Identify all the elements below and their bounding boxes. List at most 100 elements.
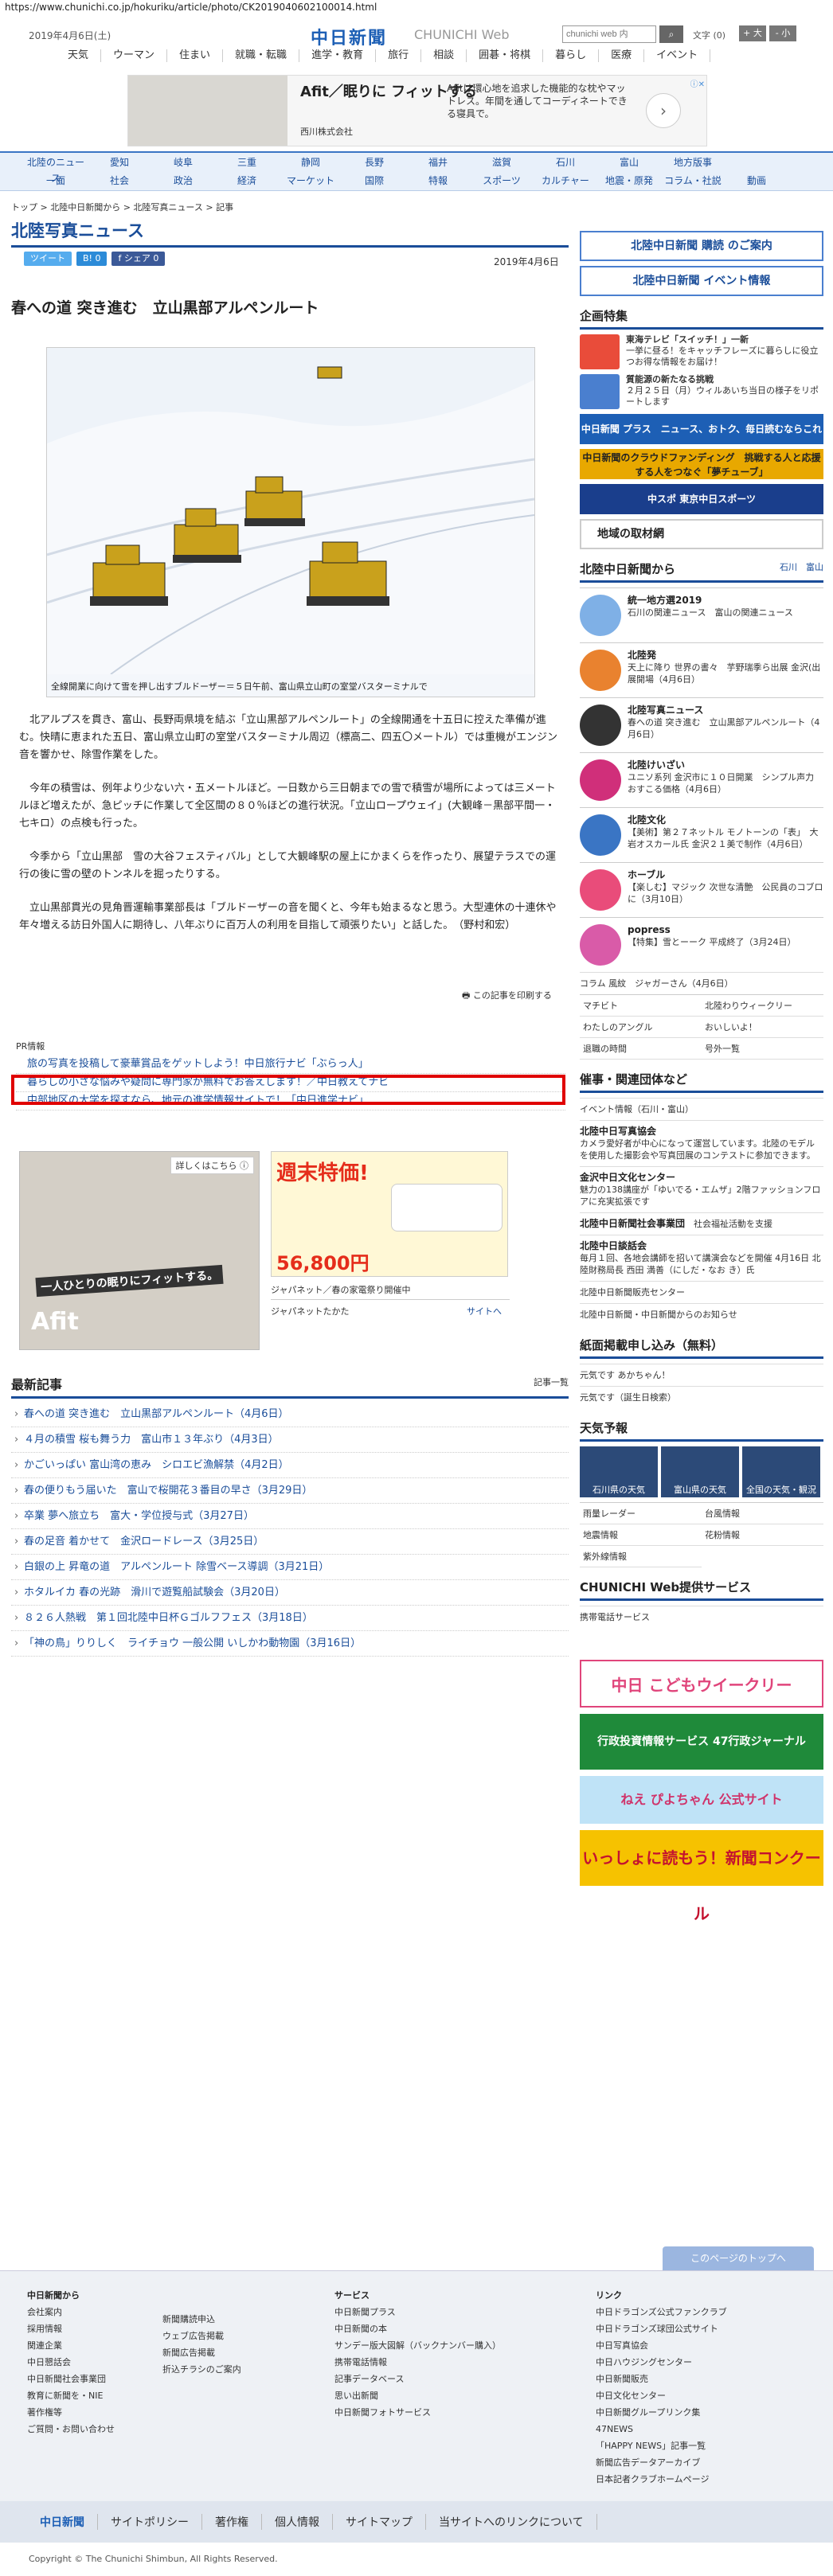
weather-ishikawa-button[interactable]: 石川県の天気 [580, 1446, 658, 1497]
weather-toyama-button[interactable]: 富山県の天気 [661, 1446, 739, 1497]
weather-link[interactable]: 台風情報 [702, 1503, 823, 1524]
kodomo-weekly-banner[interactable]: 中日 こどもウイークリー [580, 1660, 823, 1708]
top-nav-item[interactable]: 囲碁・将棋 [467, 49, 544, 62]
footer-link[interactable]: 47NEWS [596, 2421, 727, 2437]
category-item[interactable]: 動画 [725, 173, 788, 189]
footer-link[interactable]: 日本記者クラブホームページ [596, 2471, 727, 2488]
event-item[interactable]: 北陸中日新聞・中日新聞からのお知らせ [580, 1303, 823, 1325]
ad-next-icon[interactable]: › [646, 93, 681, 128]
top-nav-item[interactable]: 旅行 [376, 49, 422, 62]
weather-national-button[interactable]: 全国の天気・観況 [742, 1446, 820, 1497]
kikaku-item[interactable]: 東海テレビ「スイッチ！」一新 一挙に昼る！をキャッチフレーズに暮らしに役立つお得な… [580, 334, 823, 369]
footer-link[interactable]: 新聞広告データアーカイブ [596, 2454, 727, 2471]
ad-detail-tag[interactable]: 詳しくはこちら ⓘ [170, 1157, 254, 1174]
sidebar-link[interactable]: 退職の時間 [580, 1038, 702, 1060]
from-item[interactable]: popress 【特集】雪とーーク 平成終了（3月24日） [580, 917, 823, 972]
crowdfunding-banner[interactable]: 中日新聞のクラウドファンディング 挑戦する人と応援する人をつなぐ「夢チューブ」 [580, 449, 823, 479]
weather-link[interactable]: 紫外線情報 [580, 1546, 702, 1567]
from-item[interactable]: 統一地方選2019 石川の関連ニュース 富山の関連ニュース [580, 587, 823, 642]
ad-site-link[interactable]: サイトへ [467, 1305, 502, 1317]
address-bar[interactable]: https://www.chunichi.co.jp/hokuriku/arti… [0, 0, 833, 18]
footer-link[interactable]: 採用情報 [27, 2320, 115, 2337]
top-nav-item[interactable]: 相談 [421, 49, 467, 62]
site-logo[interactable]: 中日新聞 [311, 24, 387, 49]
hatena-button[interactable]: B! 0 [76, 252, 108, 266]
top-nav-item[interactable]: 就職・転職 [223, 49, 300, 62]
tweet-button[interactable]: ツイート [24, 252, 72, 266]
bedding-ad[interactable]: 詳しくはこちら ⓘ 一人ひとりの眠りにフィットする。 Afit [19, 1151, 260, 1350]
sidebar-link[interactable]: わたしのアングル [580, 1017, 702, 1038]
footer-link[interactable]: 携帯電話情報 [334, 2354, 501, 2371]
pr-link[interactable]: 旅の写真を投稿して豪華賞品をゲットしよう！中日旅行ナビ「ぶらっ人」 [16, 1056, 565, 1074]
latest-item[interactable]: 春への道 突き進む 立山黒部アルペンルート（4月6日） [11, 1402, 569, 1427]
event-item[interactable]: 北陸中日談話会 毎月１回、各地会講師を招いて講演会などを開催 4月16日 北陸財務… [580, 1235, 823, 1281]
events-sub-link[interactable]: イベント情報（石川・富山） [580, 1098, 823, 1120]
latest-item[interactable]: 「神の鳥」りりしく ライチョウ 一般公開 いしかわ動物園（3月16日） [11, 1631, 569, 1657]
footer-link[interactable]: 中日新聞フォトサービス [334, 2404, 501, 2421]
footer-link[interactable]: 中日新聞グループリンク集 [596, 2404, 727, 2421]
latest-item[interactable]: 春の足音 着かせて 金沢ロードレース（3月25日） [11, 1529, 569, 1555]
footer-logo[interactable]: 中日新聞 [27, 2514, 98, 2530]
print-link[interactable]: 🖶 この記事を印刷する [462, 989, 552, 1004]
event-item[interactable]: 金沢中日文化センター 魅力の138講座が「ゆいでる・エムザ」2階ファッションフロア… [580, 1166, 823, 1212]
footer-link[interactable]: 中日ハウジングセンター [596, 2354, 727, 2371]
font-small-button[interactable]: - 小 [769, 25, 796, 41]
chunichi-plus-banner[interactable]: 中日新聞 プラス ニュース、おトク、毎日読むならこれ [580, 414, 823, 444]
facebook-share-button[interactable]: f シェア 0 [111, 252, 166, 266]
from-item[interactable]: ホーブル 【楽しむ】マジック 次世な清艶 公民員のコブロに（3月10日） [580, 862, 823, 917]
event-item[interactable]: 北陸中日新聞社会事業団 社会福祉活動を支援 [580, 1212, 823, 1235]
from-item[interactable]: 北陸けいざい ユニソ系列 金沢市に１０日開業 シンプル声力 おすこる価格（4月6日… [580, 752, 823, 807]
sidebar-link[interactable]: 号外一覧 [702, 1038, 823, 1060]
latest-item[interactable]: 白銀の上 昇竜の道 アルペンルート 除雪ベース導調（3月21日） [11, 1555, 569, 1580]
breadcrumb[interactable]: トップ > 北陸中日新聞から > 北陸写真ニュース > 記事 [11, 201, 233, 213]
top-nav-item[interactable]: 医療 [599, 49, 645, 62]
top-nav-item[interactable]: 暮らし [543, 49, 600, 62]
event-item[interactable]: 北陸中日新聞販売センター [580, 1281, 823, 1303]
category-item[interactable]: 経済 [215, 173, 279, 189]
footer-link[interactable]: 中日新聞販売 [596, 2371, 727, 2387]
latest-item[interactable]: ホタルイカ 春の光跡 滑川で遊覧船試験会（3月20日） [11, 1580, 569, 1606]
piyochan-banner[interactable]: ねえ ぴよちゃん 公式サイト [580, 1776, 823, 1824]
footer-link[interactable]: 著作権等 [27, 2404, 115, 2421]
footer-link[interactable]: 新聞購読申込 [162, 2311, 241, 2328]
category-item[interactable]: カルチャー [534, 173, 597, 189]
top-ad-banner[interactable]: Afit／眠りに フィットする 西川株式会社 Afitは環心地を追求した機能的な… [127, 75, 707, 146]
sidebar-link[interactable]: マチビト [580, 995, 702, 1017]
ad-caption[interactable]: ジャパネット／春の家電祭り開催中 [271, 1283, 410, 1296]
category-item[interactable]: 政治 [151, 173, 215, 189]
footer-nav-item[interactable]: 当サイトへのリンクについて [426, 2514, 597, 2530]
footer-nav-item[interactable]: 個人情報 [262, 2514, 333, 2530]
latest-item[interactable]: 春の便りもう届いた 富山で桜開花３番目の早さ（3月29日） [11, 1478, 569, 1504]
footer-link[interactable]: 関連企業 [27, 2337, 115, 2354]
from-item[interactable]: 北陸文化 【美術】第２７ネットル モノトーンの「表」 大岩オスカール氏 金沢２１美… [580, 807, 823, 862]
footer-link[interactable]: 中日写真協会 [596, 2337, 727, 2354]
weather-link[interactable]: 雨量レーダー [580, 1503, 702, 1524]
footer-link[interactable]: 中日文化センター [596, 2387, 727, 2404]
kikaku-item[interactable]: 質能源の新たなる挑戦 ２月２５日（月）ウィルあいち当日の様子をリポートします [580, 374, 823, 409]
footer-nav-item[interactable]: 著作権 [202, 2514, 262, 2530]
category-item[interactable]: 社会 [88, 173, 151, 189]
tab-ishikawa[interactable]: 石川 [780, 562, 797, 572]
category-item[interactable]: コラム・社説 [661, 173, 725, 189]
article-list-link[interactable]: 記事一覧 [534, 1376, 569, 1388]
back-to-top-button[interactable]: このページのトップへ [663, 2246, 814, 2270]
font-large-button[interactable]: + 大 [739, 25, 766, 41]
footer-link[interactable]: 「HAPPY NEWS」記事一覧 [596, 2437, 727, 2454]
footer-link[interactable]: 教育に新聞を・NIE [27, 2387, 115, 2404]
category-item[interactable]: 特報 [406, 173, 470, 189]
top-nav-item[interactable]: イベント [644, 49, 711, 62]
event-item[interactable]: 北陸中日写真協会 カメラ愛好者が中心になって運営しています。北陸のモデルを使用した… [580, 1120, 823, 1166]
appliance-ad[interactable]: 週末特価! 56,800円 [271, 1151, 508, 1277]
footer-link[interactable]: 会社案内 [27, 2304, 115, 2320]
top-nav-item[interactable]: 住まい [167, 49, 224, 62]
ad-close-icon[interactable]: ⓘ✕ [690, 77, 705, 89]
top-nav-item[interactable]: 進学・教育 [299, 49, 377, 62]
search-input[interactable] [562, 25, 656, 43]
footer-link[interactable]: 中日ドラゴンズ公式ファンクラブ [596, 2304, 727, 2320]
local-reporter-link[interactable]: 地域の取材網 [580, 519, 823, 549]
category-item[interactable]: マーケット [279, 173, 342, 189]
latest-item[interactable]: かごいっぱい 富山湾の恵み シロエビ漁解禁（4月2日） [11, 1453, 569, 1478]
subscribe-button[interactable]: 北陸中日新聞 購読 のご案内 [580, 231, 823, 261]
latest-item[interactable]: 卒業 夢へ旅立ち 富大・学位授与式（3月27日） [11, 1504, 569, 1529]
footer-link[interactable]: 中日新聞の本 [334, 2320, 501, 2337]
